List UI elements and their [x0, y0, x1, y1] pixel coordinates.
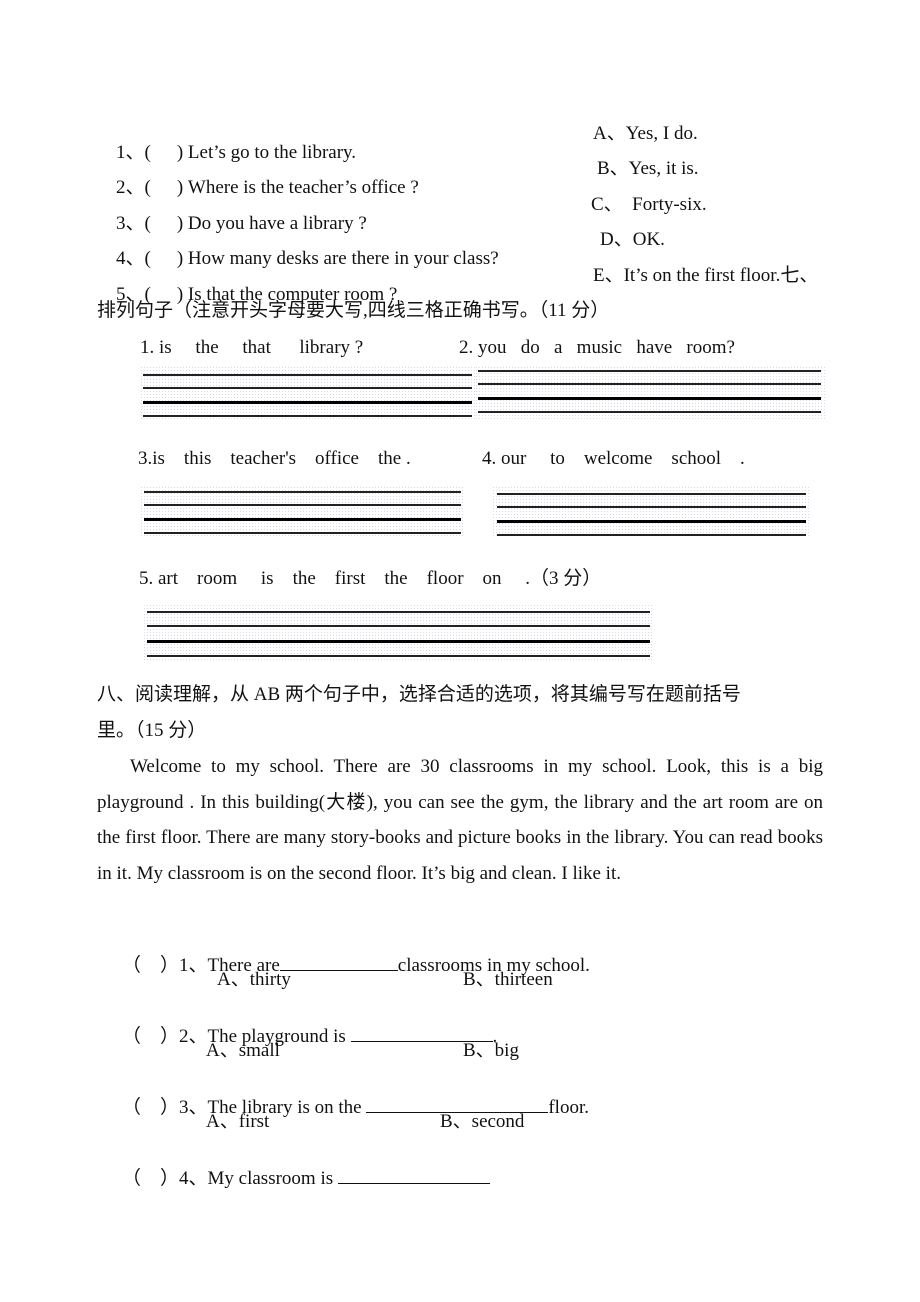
grid-line [144, 518, 461, 521]
option-b: B、second [440, 1111, 525, 1132]
grid-line [143, 387, 472, 389]
grid-line [497, 534, 806, 536]
fill-blank[interactable] [337, 1167, 490, 1184]
option-a: A、thirty [217, 969, 291, 990]
scrambled-sentence: 3.is this teacher's office the . [138, 448, 411, 469]
grid-line [478, 411, 821, 413]
option-a: A、first [206, 1111, 270, 1132]
grid-line [143, 415, 472, 417]
answer-bracket[interactable]: （ ） [122, 1026, 179, 1047]
grid-line [147, 625, 650, 627]
grid-line [144, 491, 461, 493]
grid-line [497, 493, 806, 495]
answer-option: B、Yes, it is. [597, 158, 699, 179]
four-line-grid[interactable] [144, 491, 461, 535]
answer-option: A、Yes, I do. [593, 123, 698, 144]
section-heading: 八、阅读理解，从 AB 两个句子中，选择合适的选项，将其编号写在题前括号 [97, 684, 741, 705]
grid-line [147, 640, 650, 643]
fill-blank[interactable] [279, 954, 398, 971]
reading-question: （ ）2、The playground is . [103, 1006, 497, 1065]
answer-bracket[interactable]: （ ） [122, 1168, 179, 1189]
grid-line [144, 504, 461, 506]
section-heading-cont: 里。（15 分） [97, 720, 207, 741]
four-line-grid[interactable] [478, 370, 821, 414]
reading-passage: Welcome to my school. There are 30 class… [97, 756, 823, 884]
option-b: B、thirteen [463, 969, 553, 990]
grid-line [478, 383, 821, 385]
option-b: B、big [463, 1040, 519, 1061]
scrambled-sentence: 4. our to welcome school . [482, 448, 745, 469]
grid-line [147, 655, 650, 657]
grid-line [143, 401, 472, 404]
answer-option: E、It’s on the first floor.七、 [593, 265, 819, 286]
answer-bracket[interactable]: （ ） [122, 955, 179, 976]
four-line-grid[interactable] [497, 493, 806, 537]
section-heading: 排列句子（注意开头字母要大写,四线三格正确书写。（11 分） [97, 300, 610, 321]
scrambled-sentence: 5. art room is the first the floor on .（… [139, 568, 602, 589]
reading-question: （ ）4、My classroom is [103, 1148, 490, 1207]
grid-line [144, 532, 461, 534]
question-suffix: floor. [548, 1097, 589, 1118]
grid-line [478, 370, 821, 372]
answer-bracket[interactable]: （ ） [122, 1097, 179, 1118]
four-line-grid[interactable] [147, 611, 650, 657]
grid-line [143, 374, 472, 376]
answer-option: C、 Forty-six. [591, 194, 707, 215]
grid-line [478, 397, 821, 400]
option-a: A、small [206, 1040, 280, 1061]
four-line-grid[interactable] [143, 374, 472, 418]
question-text: 4、My classroom is [179, 1168, 338, 1189]
grid-line [147, 611, 650, 613]
grid-line [497, 506, 806, 508]
scrambled-sentence: 2. you do a music have room? [459, 337, 735, 358]
answer-option: D、OK. [600, 229, 665, 250]
scrambled-sentence: 1. is the that library ? [140, 337, 364, 358]
grid-line [497, 520, 806, 523]
